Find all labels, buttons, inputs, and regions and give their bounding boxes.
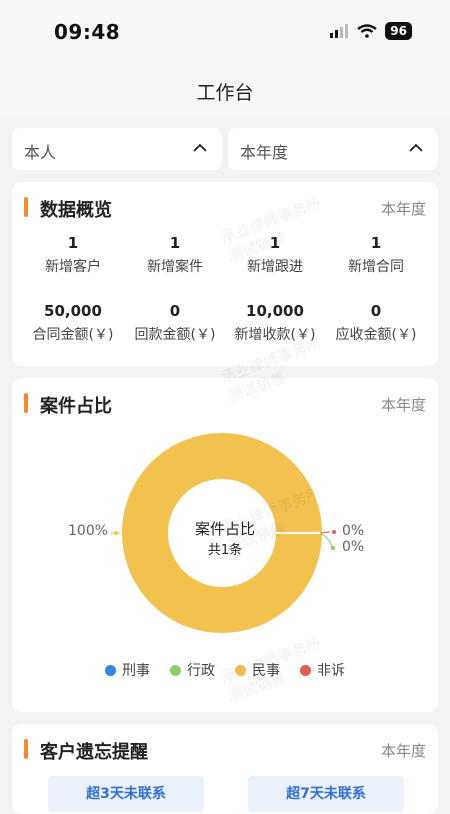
stat-label: 新增合同 (348, 259, 404, 275)
stat-value: 0 (169, 302, 181, 320)
stat-item[interactable]: 0 回款金额(￥) (122, 302, 228, 344)
stat-label: 新增收款(￥) (234, 327, 316, 343)
stat-item[interactable]: 10,000 新增收款(￥) (222, 302, 328, 344)
legend-dot (235, 664, 246, 676)
person-filter-label: 本人 (24, 143, 57, 162)
stat-label: 回款金额(￥) (134, 327, 216, 343)
percent-label: 100% (68, 523, 109, 539)
stat-label: 新增客户 (45, 259, 101, 275)
stat-value: 1 (67, 234, 79, 252)
stat-item[interactable]: 1 新增合同 (323, 234, 429, 276)
section-accent (24, 739, 28, 759)
stat-label: 合同金额(￥) (32, 327, 114, 343)
stat-label: 新增案件 (147, 259, 203, 275)
legend-label: 刑事 (122, 663, 150, 679)
period-filter-label: 本年度 (240, 143, 289, 162)
app-header: 工作台 (0, 62, 450, 116)
stat-label: 应收金额(￥) (335, 327, 417, 343)
stat-value: 10,000 (246, 302, 304, 320)
stat-value: 50,000 (44, 302, 102, 320)
legend-dot (170, 664, 181, 676)
case-ratio-card: 案件占比 本年度 案件占比 共1条 100% 0% 0% 刑事 行政 民事 非诉 (12, 378, 438, 712)
legend-label: 行政 (187, 663, 215, 679)
chevron-up-icon (409, 143, 423, 152)
stat-item[interactable]: 1 新增跟进 (222, 234, 328, 276)
reminder-period: 本年度 (380, 742, 426, 760)
stat-value: 0 (370, 302, 382, 320)
customer-reminder-card: 客户遗忘提醒 本年度 超3天未联系 超7天未联系 (12, 724, 438, 814)
legend-item[interactable]: 刑事 (105, 660, 150, 680)
donut-center-title: 案件占比 (194, 520, 255, 538)
person-filter-dropdown[interactable]: 本人 (12, 128, 222, 170)
section-accent (24, 197, 28, 217)
leader-dot (114, 531, 118, 535)
status-bar: 09:48 96 (0, 0, 450, 62)
case-ratio-period: 本年度 (380, 396, 426, 414)
leader-dot (331, 546, 335, 550)
legend-dot (300, 664, 311, 676)
stat-item[interactable]: 1 新增客户 (20, 234, 126, 276)
case-ratio-title: 案件占比 (40, 396, 112, 417)
stat-item[interactable]: 0 应收金额(￥) (323, 302, 429, 344)
wifi-icon (357, 24, 378, 38)
chart-legend: 刑事 行政 民事 非诉 (12, 660, 438, 680)
stat-label: 新增跟进 (247, 259, 303, 275)
battery-icon: 96 (385, 22, 412, 40)
section-accent (24, 393, 28, 413)
stat-item[interactable]: 50,000 合同金额(￥) (20, 302, 126, 344)
legend-item[interactable]: 行政 (170, 660, 215, 680)
overview-period: 本年度 (380, 200, 426, 218)
reminder-3days-button[interactable]: 超3天未联系 (48, 776, 204, 812)
legend-label: 民事 (252, 663, 280, 679)
legend-item[interactable]: 民事 (235, 660, 280, 680)
reminder-7days-button[interactable]: 超7天未联系 (248, 776, 404, 812)
legend-label: 非诉 (317, 663, 345, 679)
stat-value: 1 (370, 234, 382, 252)
stat-item[interactable]: 1 新增案件 (122, 234, 228, 276)
legend-item[interactable]: 非诉 (300, 660, 345, 680)
stat-value: 1 (169, 234, 181, 252)
legend-dot (105, 664, 116, 676)
status-time: 09:48 (54, 20, 121, 44)
percent-label: 0% (342, 523, 365, 539)
percent-label: 0% (342, 539, 365, 555)
status-icons: 96 (329, 22, 412, 40)
chevron-up-icon (193, 143, 207, 152)
stat-value: 1 (269, 234, 281, 252)
period-filter-dropdown[interactable]: 本年度 (228, 128, 438, 170)
leader-dot (332, 530, 336, 534)
overview-card: 数据概览 本年度 1 新增客户 1 新增案件 1 新增跟进 1 新增合同 50,… (12, 182, 438, 366)
page-title: 工作台 (196, 82, 254, 104)
reminder-title: 客户遗忘提醒 (40, 742, 148, 763)
donut-center-count: 共1条 (207, 543, 243, 558)
overview-title: 数据概览 (40, 200, 112, 221)
signal-icon (330, 24, 349, 38)
